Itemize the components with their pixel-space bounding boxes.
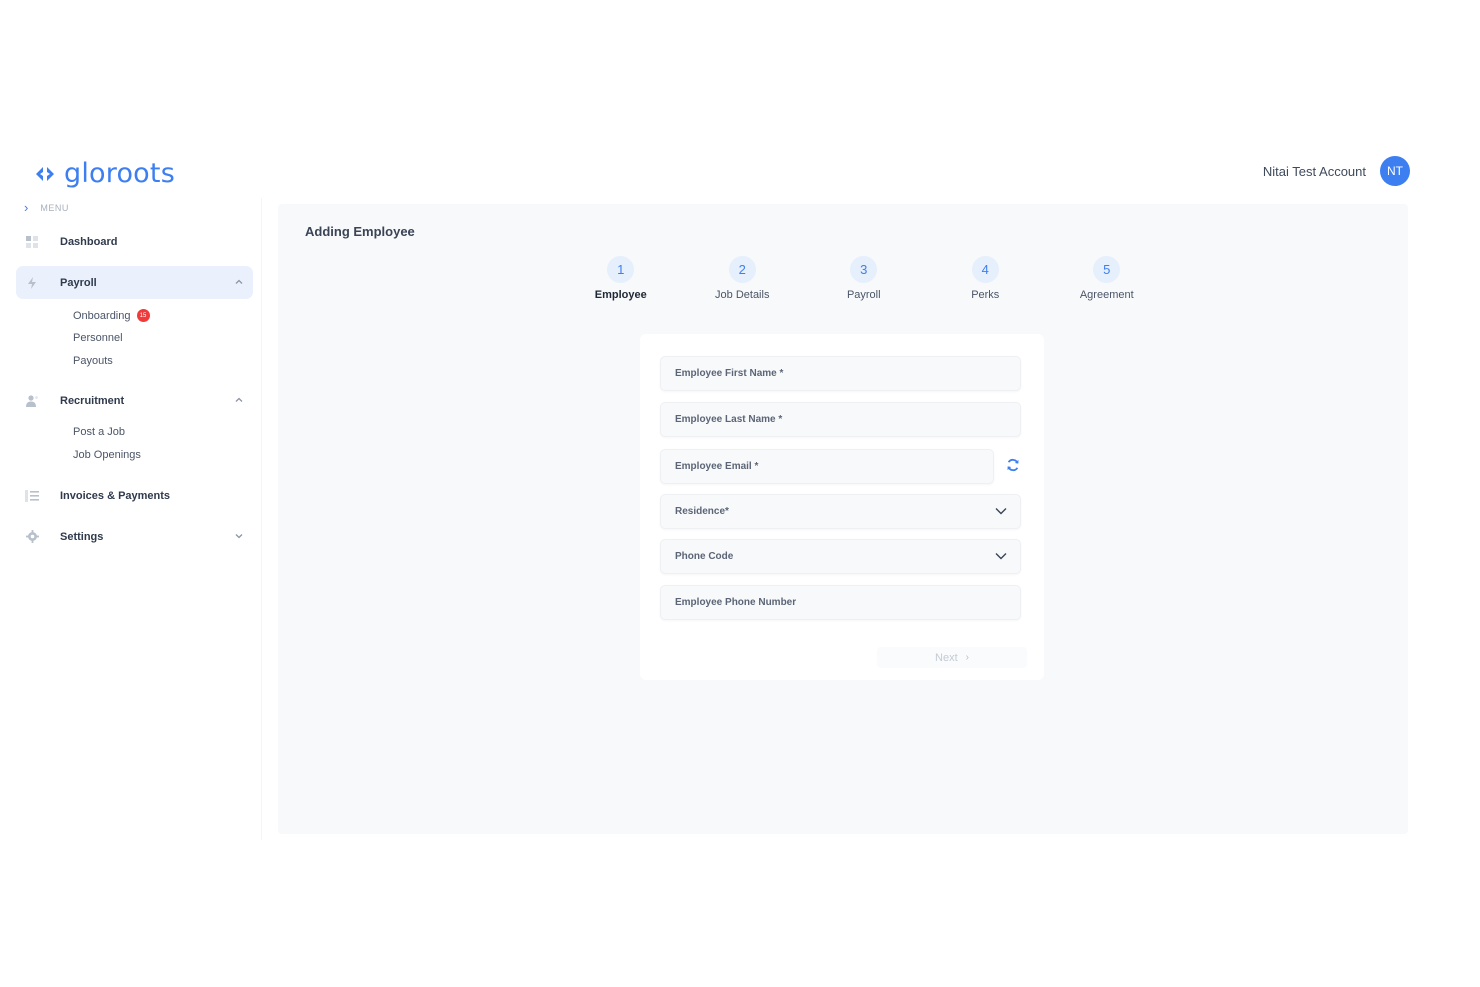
- list-icon: [25, 489, 39, 503]
- next-button-label: Next: [935, 651, 958, 664]
- phone-number-field[interactable]: Employee Phone Number: [660, 585, 1021, 620]
- field-placeholder: Residence*: [675, 506, 729, 517]
- sidebar-item-label: Recruitment: [60, 394, 125, 407]
- sidebar-subitem-label: Job Openings: [73, 449, 141, 461]
- step-label: Payroll: [846, 289, 881, 301]
- step-employee[interactable]: 1 Employee: [560, 256, 682, 301]
- field-placeholder: Employee Email *: [675, 461, 759, 472]
- menu-toggle[interactable]: › MENU: [24, 200, 69, 215]
- refresh-icon[interactable]: [1006, 458, 1020, 472]
- sidebar-subitem-post-a-job[interactable]: Post a Job: [73, 426, 125, 438]
- sidebar-item-payroll[interactable]: Payroll: [16, 266, 253, 299]
- sidebar-subitem-label: Onboarding: [73, 309, 131, 322]
- sidebar-subitem-label: Payouts: [73, 355, 113, 367]
- email-field[interactable]: Employee Email *: [660, 449, 994, 484]
- residence-select[interactable]: Residence*: [660, 494, 1021, 529]
- grid-icon: [25, 235, 39, 249]
- step-perks[interactable]: 4 Perks: [925, 256, 1047, 301]
- step-number: 4: [971, 256, 999, 283]
- stepper: 1 Employee 2 Job Details 3 Payroll 4 Per…: [560, 256, 1168, 301]
- step-number: 2: [728, 256, 756, 283]
- employee-form: Employee First Name * Employee Last Name…: [640, 334, 1044, 680]
- step-number: 3: [850, 256, 878, 283]
- bolt-icon: [25, 276, 39, 290]
- avatar[interactable]: NT: [1380, 156, 1410, 186]
- main-panel: Adding Employee 1 Employee 2 Job Details…: [278, 204, 1408, 834]
- sidebar-subitem-onboarding[interactable]: Onboarding 15: [73, 309, 150, 322]
- sidebar-subitem-job-openings[interactable]: Job Openings: [73, 449, 141, 461]
- sidebar: › MENU Dashboard Payroll Onboarding 15 P…: [0, 198, 262, 840]
- user-icon: [25, 394, 39, 408]
- sidebar-item-recruitment[interactable]: Recruitment: [16, 384, 253, 417]
- chevron-down-icon[interactable]: [233, 530, 245, 542]
- sidebar-item-label: Settings: [60, 530, 104, 543]
- chevron-right-icon: ›: [965, 652, 969, 663]
- account-name: Nitai Test Account: [1262, 163, 1366, 179]
- chevron-down-icon: [995, 553, 1007, 560]
- sidebar-item-label: Invoices & Payments: [60, 489, 171, 502]
- logo-mark-icon: [36, 166, 54, 181]
- sidebar-item-label: Dashboard: [60, 235, 118, 248]
- field-placeholder: Phone Code: [675, 551, 734, 562]
- next-button[interactable]: Next ›: [877, 647, 1027, 668]
- phone-code-select[interactable]: Phone Code: [660, 539, 1021, 574]
- page-title: Adding Employee: [305, 224, 415, 239]
- step-payroll[interactable]: 3 Payroll: [803, 256, 925, 301]
- sidebar-item-invoices-payments[interactable]: Invoices & Payments: [16, 479, 253, 512]
- field-placeholder: Employee First Name *: [675, 368, 784, 379]
- sidebar-item-settings[interactable]: Settings: [16, 520, 253, 553]
- sidebar-item-dashboard[interactable]: Dashboard: [16, 225, 253, 258]
- brand-name: gloroots: [64, 158, 175, 189]
- sidebar-item-label: Payroll: [60, 276, 97, 289]
- first-name-field[interactable]: Employee First Name *: [660, 356, 1021, 391]
- step-agreement[interactable]: 5 Agreement: [1046, 256, 1168, 301]
- step-label: Agreement: [1079, 289, 1134, 301]
- sidebar-subitem-payouts[interactable]: Payouts: [73, 355, 113, 367]
- account-menu[interactable]: Nitai Test Account NT: [1263, 156, 1410, 186]
- sidebar-subitem-personnel[interactable]: Personnel: [73, 332, 123, 344]
- notification-badge: 15: [136, 309, 150, 322]
- last-name-field[interactable]: Employee Last Name *: [660, 402, 1021, 437]
- step-job-details[interactable]: 2 Job Details: [682, 256, 804, 301]
- sidebar-subitem-label: Personnel: [73, 332, 123, 344]
- menu-label: MENU: [40, 202, 69, 213]
- step-number: 5: [1093, 256, 1121, 283]
- step-label: Perks: [971, 289, 1000, 301]
- step-label: Employee: [594, 289, 647, 301]
- field-placeholder: Employee Phone Number: [675, 597, 797, 608]
- field-placeholder: Employee Last Name *: [675, 414, 783, 425]
- sidebar-subitem-label: Post a Job: [73, 426, 125, 438]
- app-window: gloroots Nitai Test Account NT › MENU Da…: [0, 150, 1480, 850]
- brand-logo[interactable]: gloroots: [34, 158, 175, 189]
- gear-icon: [25, 530, 39, 544]
- step-number: 1: [607, 256, 635, 283]
- chevron-up-icon[interactable]: [233, 394, 245, 406]
- step-label: Job Details: [715, 289, 770, 301]
- chevron-up-icon[interactable]: [233, 276, 245, 288]
- chevron-down-icon: [995, 508, 1007, 515]
- chevron-right-icon: ›: [24, 200, 29, 215]
